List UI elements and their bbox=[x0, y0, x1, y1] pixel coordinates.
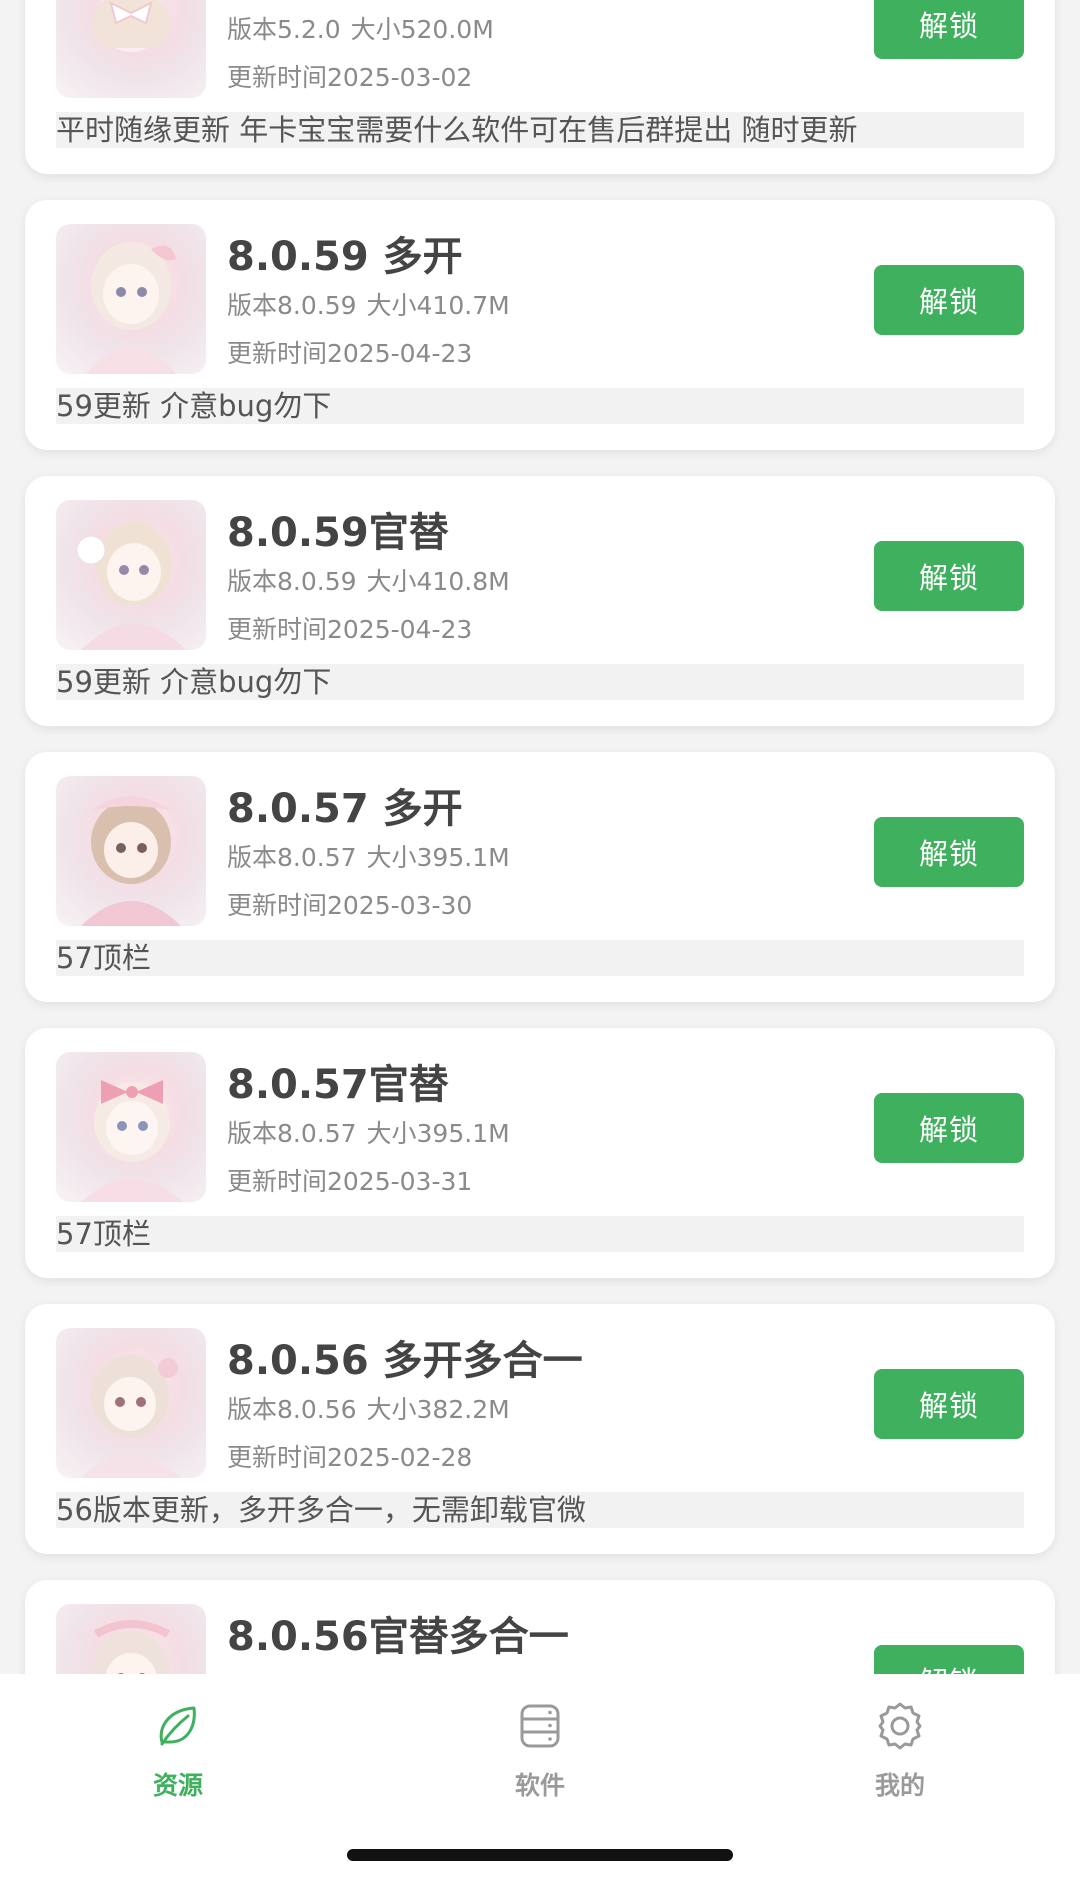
resource-list[interactable]: 版本5.2.0 大小520.0M 更新时间2025-03-02 解锁 平时随缘更新… bbox=[0, 0, 1080, 1674]
unlock-button[interactable]: 解锁 bbox=[874, 1645, 1024, 1674]
tab-label: 资源 bbox=[152, 1771, 203, 1800]
gear-icon bbox=[878, 1702, 922, 1750]
list-item[interactable]: 8.0.59 多开 版本8.0.59 大小410.7M 更新时间2025-04-2… bbox=[25, 200, 1055, 450]
unlock-button[interactable]: 解锁 bbox=[874, 265, 1024, 335]
tab-software[interactable]: 软件 bbox=[460, 1698, 620, 1802]
unlock-button[interactable]: 解锁 bbox=[874, 1093, 1024, 1163]
item-note: 56版本更新，多开多合一，无需卸载官微 bbox=[56, 1492, 1024, 1528]
list-item[interactable]: 8.0.56官替多合一 解锁 bbox=[25, 1580, 1055, 1674]
tab-mine[interactable]: 我的 bbox=[820, 1698, 980, 1802]
unlock-button[interactable]: 解锁 bbox=[874, 1369, 1024, 1439]
version-size: 版本8.0.56 大小382.2M bbox=[227, 1395, 510, 1424]
update-time: 更新时间2025-03-02 bbox=[227, 63, 473, 92]
version-size: 版本8.0.57 大小395.1M bbox=[227, 1119, 510, 1148]
update-time: 更新时间2025-02-28 bbox=[227, 1443, 473, 1472]
list-item[interactable]: 8.0.59官替 版本8.0.59 大小410.8M 更新时间2025-04-23… bbox=[25, 476, 1055, 726]
version-size: 版本8.0.57 大小395.1M bbox=[227, 843, 510, 872]
version-size: 版本8.0.59 大小410.7M bbox=[227, 291, 510, 320]
unlock-button[interactable]: 解锁 bbox=[874, 541, 1024, 611]
item-title: 8.0.56 多开多合一 bbox=[227, 1338, 583, 1384]
item-note: 57顶栏 bbox=[56, 940, 1024, 976]
unlock-button[interactable]: 解锁 bbox=[874, 817, 1024, 887]
tab-label: 软件 bbox=[514, 1771, 565, 1800]
update-time: 更新时间2025-04-23 bbox=[227, 339, 473, 368]
tab-resources[interactable]: 资源 bbox=[98, 1698, 258, 1802]
tab-label: 我的 bbox=[874, 1771, 925, 1800]
app-thumbnail bbox=[56, 1052, 206, 1202]
list-item[interactable]: 版本5.2.0 大小520.0M 更新时间2025-03-02 解锁 平时随缘更新… bbox=[25, 0, 1055, 174]
unlock-button[interactable]: 解锁 bbox=[874, 0, 1024, 59]
item-note: 平时随缘更新 年卡宝宝需要什么软件可在售后群提出 随时更新 bbox=[56, 112, 1024, 148]
home-indicator[interactable] bbox=[347, 1849, 733, 1861]
app-thumbnail bbox=[56, 1604, 206, 1674]
item-note: 59更新 介意bug勿下 bbox=[56, 664, 1024, 700]
item-title: 8.0.59 多开 bbox=[227, 234, 463, 280]
list-item[interactable]: 8.0.57 多开 版本8.0.57 大小395.1M 更新时间2025-03-3… bbox=[25, 752, 1055, 1002]
item-note: 59更新 介意bug勿下 bbox=[56, 388, 1024, 424]
app-thumbnail bbox=[56, 776, 206, 926]
app-thumbnail bbox=[56, 224, 206, 374]
leaf-icon bbox=[159, 1706, 196, 1746]
update-time: 更新时间2025-03-30 bbox=[227, 891, 473, 920]
list-item[interactable]: 8.0.56 多开多合一 版本8.0.56 大小382.2M 更新时间2025-0… bbox=[25, 1304, 1055, 1554]
version-size: 版本8.0.59 大小410.8M bbox=[227, 567, 510, 596]
version-size: 版本5.2.0 大小520.0M bbox=[227, 15, 494, 44]
list-item[interactable]: 8.0.57官替 版本8.0.57 大小395.1M 更新时间2025-03-31… bbox=[25, 1028, 1055, 1278]
item-title: 8.0.57 多开 bbox=[227, 786, 463, 832]
item-title: 8.0.59官替 bbox=[227, 510, 449, 556]
app-thumbnail bbox=[56, 500, 206, 650]
item-note: 57顶栏 bbox=[56, 1216, 1024, 1252]
app-thumbnail bbox=[56, 0, 206, 98]
item-title: 8.0.57官替 bbox=[227, 1062, 449, 1108]
server-stack-icon bbox=[520, 1704, 560, 1748]
item-title: 8.0.56官替多合一 bbox=[227, 1614, 569, 1660]
update-time: 更新时间2025-03-31 bbox=[227, 1167, 473, 1196]
update-time: 更新时间2025-04-23 bbox=[227, 615, 473, 644]
app-thumbnail bbox=[56, 1328, 206, 1478]
